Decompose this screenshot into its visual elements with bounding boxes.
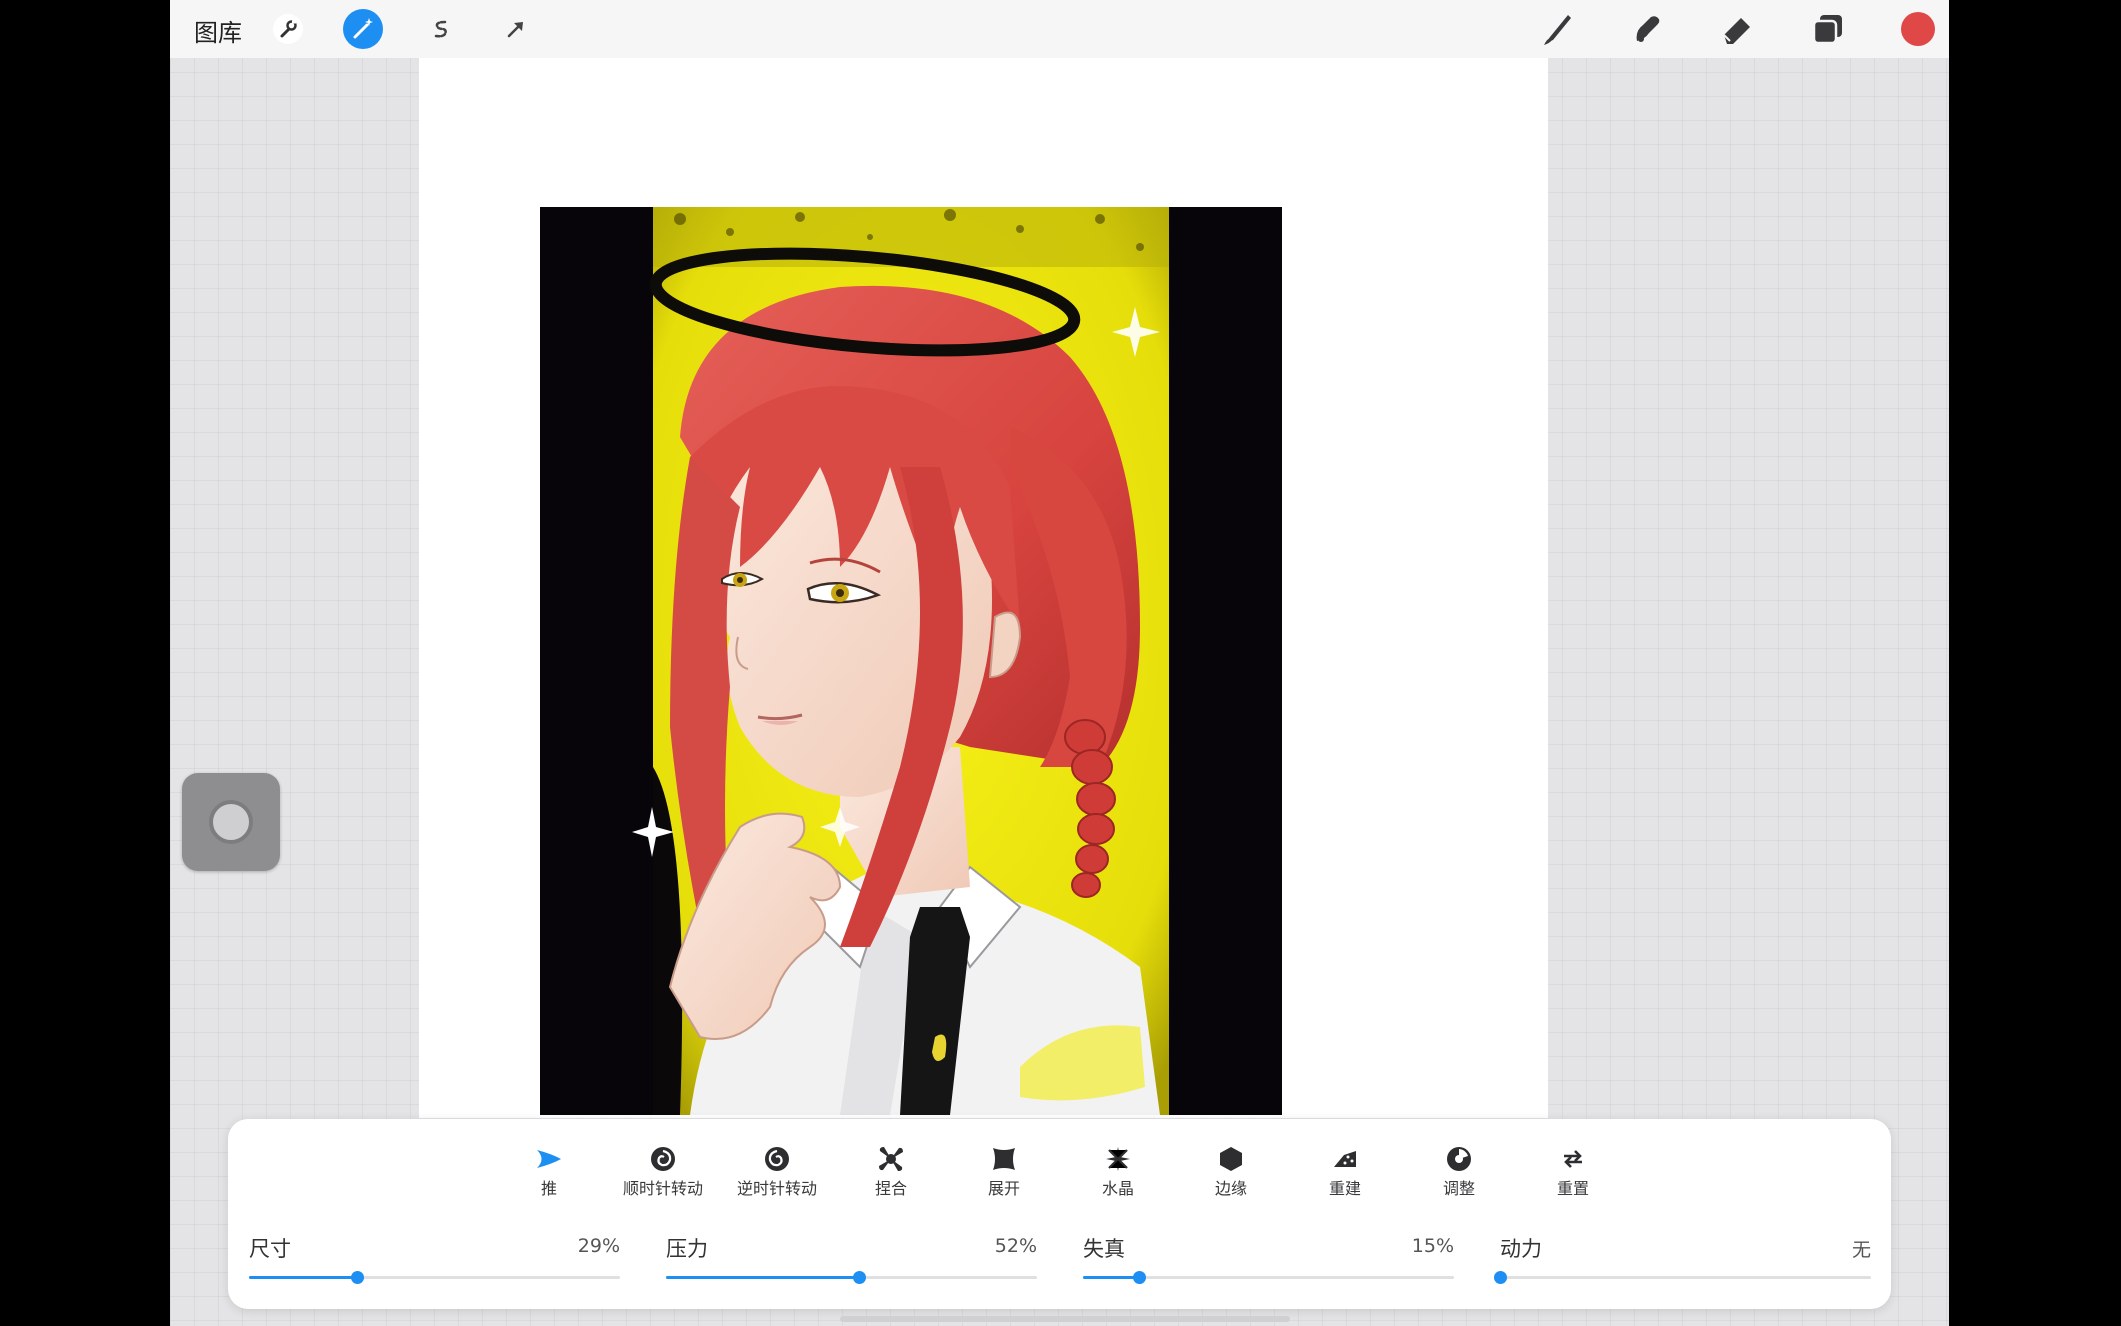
pinch-icon (836, 1144, 946, 1174)
adjust-icon (1404, 1144, 1514, 1174)
wrench-icon[interactable] (267, 8, 309, 50)
distortion-label: 失真 (1083, 1237, 1125, 1261)
edge-icon (1176, 1144, 1286, 1174)
size-slider-knob[interactable] (350, 1271, 364, 1284)
home-indicator (840, 1316, 1290, 1322)
size-value: 29% (577, 1235, 620, 1257)
momentum-value: 无 (1851, 1239, 1871, 1261)
mode-pinch[interactable]: 捏合 (836, 1144, 946, 1199)
mode-reconstruct[interactable]: 重建 (1290, 1144, 1400, 1199)
procreate-screen: 图库 推 顺时针转动 逆时针转动 捏合 展开 水晶 边缘 重建 调整 重置 尺寸… (170, 0, 1949, 1326)
color-swatch[interactable] (1897, 8, 1939, 50)
gallery-button[interactable]: 图库 (194, 13, 242, 48)
momentum-slider[interactable] (1494, 1271, 1871, 1284)
expand-icon (949, 1144, 1059, 1174)
pressure-value: 52% (994, 1235, 1037, 1257)
layers-icon[interactable] (1807, 8, 1849, 50)
size-slider[interactable] (249, 1271, 620, 1284)
brush-icon[interactable] (1537, 8, 1579, 50)
smudge-icon[interactable] (1626, 8, 1668, 50)
liquify-panel: 推 顺时针转动 逆时针转动 捏合 展开 水晶 边缘 重建 调整 重置 尺寸 29… (228, 1119, 1891, 1309)
mode-push[interactable]: 推 (494, 1144, 604, 1199)
artwork-illustration (540, 207, 1282, 1115)
distortion-value: 15% (1411, 1235, 1454, 1257)
size-label: 尺寸 (249, 1237, 291, 1261)
top-toolbar: 图库 (170, 0, 1949, 58)
twirl-left-icon (722, 1144, 832, 1174)
distortion-slider[interactable] (1083, 1271, 1454, 1284)
selection-icon[interactable] (420, 8, 462, 50)
reconstruct-icon (1290, 1144, 1400, 1174)
mode-edge[interactable]: 边缘 (1176, 1144, 1286, 1199)
mode-adjust[interactable]: 调整 (1404, 1144, 1514, 1199)
modifier-ring-icon (209, 800, 253, 844)
mode-twirl-left[interactable]: 逆时针转动 (722, 1144, 832, 1199)
momentum-label: 动力 (1500, 1237, 1542, 1261)
modifier-button[interactable] (182, 773, 280, 871)
eraser-icon[interactable] (1716, 8, 1758, 50)
crystals-icon (1063, 1144, 1173, 1174)
pressure-slider-knob[interactable] (852, 1271, 866, 1284)
mode-twirl-right[interactable]: 顺时针转动 (608, 1144, 718, 1199)
push-icon (494, 1144, 604, 1174)
pressure-label: 压力 (666, 1237, 708, 1261)
twirl-right-icon (608, 1144, 718, 1174)
pressure-slider[interactable] (666, 1271, 1037, 1284)
momentum-slider-knob[interactable] (1494, 1271, 1507, 1284)
reset-icon (1518, 1144, 1628, 1174)
mode-reset[interactable]: 重置 (1518, 1144, 1628, 1199)
mode-expand[interactable]: 展开 (949, 1144, 1059, 1199)
distortion-slider-knob[interactable] (1132, 1271, 1146, 1284)
canvas-paper[interactable] (419, 58, 1548, 1118)
transform-arrow-icon[interactable] (495, 8, 537, 50)
magic-wand-icon[interactable] (342, 8, 384, 50)
mode-crystals[interactable]: 水晶 (1063, 1144, 1173, 1199)
